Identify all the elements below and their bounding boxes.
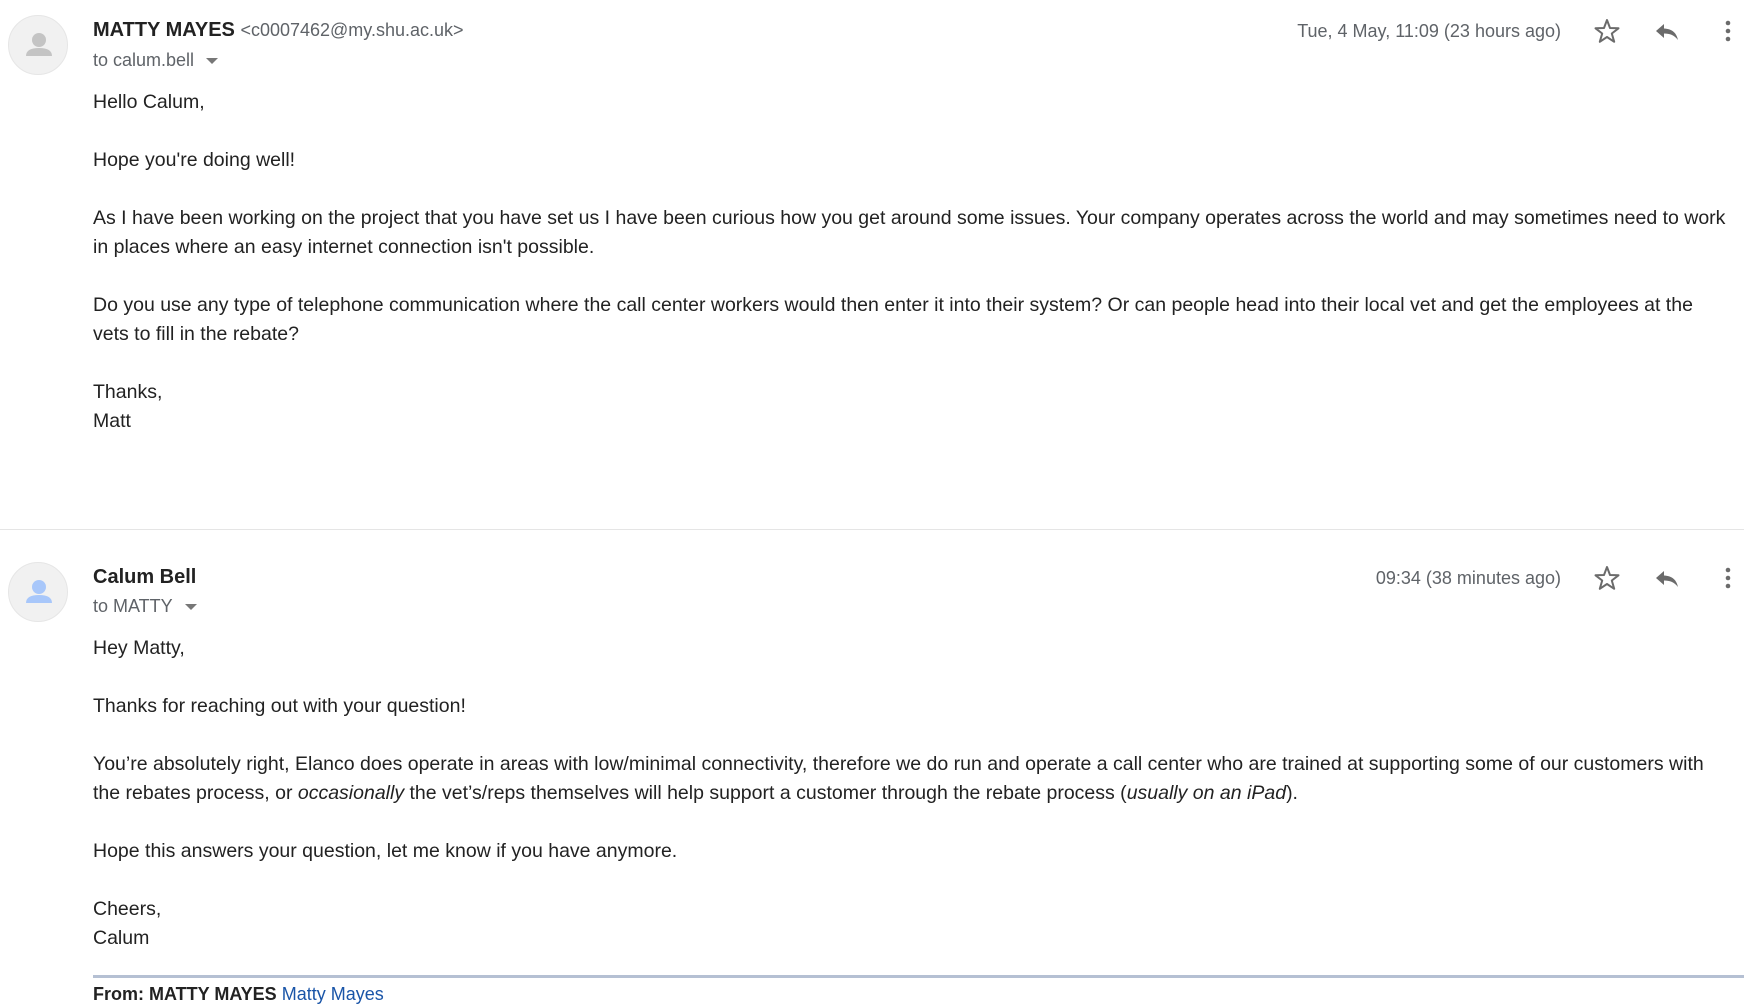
greeting: Hello Calum, bbox=[93, 91, 205, 113]
quoted-sender-link[interactable]: Matty Mayes bbox=[282, 984, 384, 1004]
sender-name: MATTY MAYES bbox=[93, 19, 235, 41]
paragraph: You’re absolutely right, Elanco does ope… bbox=[93, 750, 1733, 808]
recipient-dropdown[interactable]: to calum.bell bbox=[93, 50, 219, 71]
paragraph: Hope you're doing well! bbox=[93, 149, 296, 171]
more-vert-icon[interactable] bbox=[1713, 16, 1743, 46]
avatar bbox=[8, 562, 68, 622]
person-icon bbox=[26, 33, 52, 56]
signoff: Cheers, bbox=[93, 898, 162, 920]
recipient-label: to MATTY bbox=[93, 596, 173, 616]
timestamp: 09:34 (38 minutes ago) bbox=[1375, 568, 1561, 588]
paragraph: Thanks for reaching out with your questi… bbox=[93, 695, 466, 717]
signature: Calum bbox=[93, 927, 150, 949]
greeting: Hey Matty, bbox=[93, 637, 185, 659]
paragraph: As I have been working on the project th… bbox=[93, 207, 1726, 258]
recipient-label: to calum.bell bbox=[93, 50, 195, 70]
reply-icon[interactable] bbox=[1652, 16, 1682, 46]
sender: Calum Bell bbox=[93, 566, 196, 589]
paragraph: Do you use any type of telephone communi… bbox=[93, 294, 1693, 345]
quoted-from-line: From: MATTY MAYES Matty Mayes bbox=[93, 984, 384, 1005]
star-icon[interactable] bbox=[1592, 563, 1622, 593]
signature: Matt bbox=[93, 410, 131, 432]
avatar bbox=[8, 15, 68, 75]
emphasis: usually on an iPad bbox=[1126, 782, 1287, 804]
text: ). bbox=[1286, 782, 1298, 804]
chevron-down-icon bbox=[184, 604, 197, 611]
sender-name: Calum Bell bbox=[93, 566, 197, 588]
signoff: Thanks, bbox=[93, 381, 163, 403]
email-message-1: MATTY MAYES <c0007462@my.shu.ac.uk> to c… bbox=[0, 0, 1744, 529]
person-icon bbox=[26, 580, 52, 603]
quoted-from: From: MATTY MAYES bbox=[93, 984, 277, 1004]
recipient-dropdown[interactable]: to MATTY bbox=[93, 596, 197, 617]
chevron-down-icon bbox=[206, 58, 219, 65]
text: the vet’s/reps themselves will help supp… bbox=[404, 782, 1127, 804]
message-body: Hey Matty, Thanks for reaching out with … bbox=[93, 634, 1733, 953]
star-icon[interactable] bbox=[1592, 16, 1622, 46]
sender: MATTY MAYES <c0007462@my.shu.ac.uk> bbox=[93, 19, 464, 42]
quoted-text-divider bbox=[93, 975, 1744, 978]
more-vert-icon[interactable] bbox=[1713, 563, 1743, 593]
reply-icon[interactable] bbox=[1652, 563, 1682, 593]
paragraph: Hope this answers your question, let me … bbox=[93, 840, 678, 862]
message-body: Hello Calum, Hope you're doing well! As … bbox=[93, 88, 1733, 436]
emphasis: occasionally bbox=[297, 782, 405, 804]
sender-email: <c0007462@my.shu.ac.uk> bbox=[240, 20, 464, 40]
email-message-2: Calum Bell to MATTY 09:34 (38 minutes ag… bbox=[0, 530, 1744, 994]
timestamp: Tue, 4 May, 11:09 (23 hours ago) bbox=[1297, 21, 1561, 41]
